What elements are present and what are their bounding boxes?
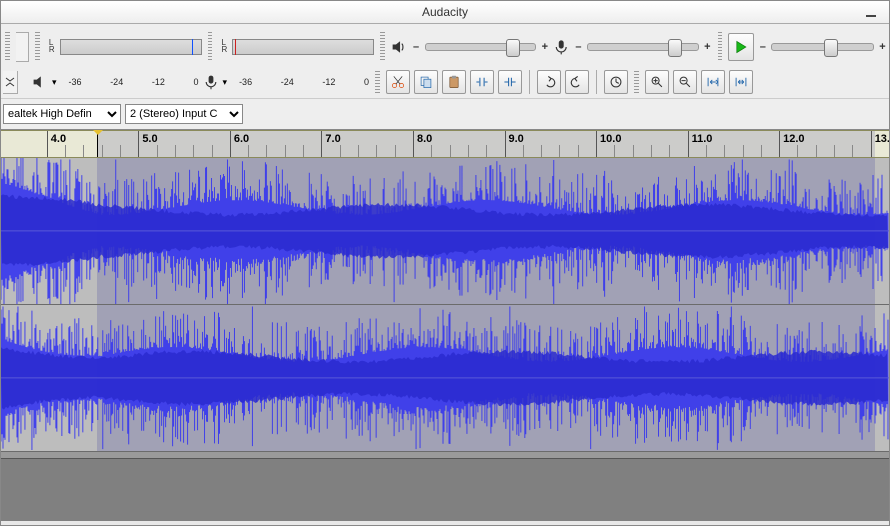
tracks-area <box>1 158 889 521</box>
slider-thumb[interactable] <box>506 39 520 57</box>
fit-project-button[interactable] <box>729 70 753 94</box>
zoom-out-button[interactable] <box>673 70 697 94</box>
empty-area[interactable] <box>1 458 889 521</box>
undo-button[interactable] <box>537 70 561 94</box>
speed-max-label: + <box>878 41 887 53</box>
grip[interactable] <box>380 32 385 62</box>
ruler-ticks: 4.05.06.07.08.09.010.011.012.013.0 <box>1 131 889 157</box>
redo-button[interactable] <box>565 70 589 94</box>
microphone-icon[interactable] <box>203 74 219 90</box>
grip[interactable] <box>375 71 380 93</box>
meter-peak-line <box>192 39 193 55</box>
speaker-icon <box>391 38 407 56</box>
speed-min-label: – <box>758 41 767 53</box>
vol-max-label: + <box>540 41 549 53</box>
slider-thumb[interactable] <box>824 39 838 57</box>
play-button[interactable] <box>728 33 754 61</box>
minimize-button[interactable] <box>859 1 883 21</box>
record-meter[interactable]: L R <box>232 39 374 55</box>
record-meter-scale: -36-24-120 <box>239 77 369 87</box>
grip[interactable] <box>718 32 723 62</box>
dropdown-arrow-icon[interactable]: ▾ <box>52 77 57 88</box>
audio-track[interactable] <box>1 158 889 305</box>
grip[interactable] <box>5 32 10 62</box>
app-window: Audacity L R <box>0 0 890 526</box>
app-title: Audacity <box>422 5 468 19</box>
speaker-icon[interactable] <box>32 74 48 90</box>
mic-min-label: – <box>574 41 583 53</box>
meter-peak-line <box>235 39 236 55</box>
fit-selection-button[interactable] <box>701 70 725 94</box>
playback-speed-slider[interactable] <box>771 43 874 51</box>
grip[interactable] <box>35 32 40 62</box>
playback-meter-scale: -36-24-120 <box>69 77 199 87</box>
waveform <box>1 305 889 451</box>
playhead[interactable] <box>97 131 98 157</box>
input-device-select[interactable]: ealtek High Defin <box>3 104 121 124</box>
cropped-tool-icon[interactable] <box>3 71 18 94</box>
cropped-panel-left <box>16 32 30 62</box>
meter-lr-labels: L R <box>221 39 227 53</box>
audio-track[interactable] <box>1 305 889 452</box>
mic-max-label: + <box>703 41 712 53</box>
grip[interactable] <box>634 71 639 93</box>
sync-lock-button[interactable] <box>604 70 628 94</box>
paste-button[interactable] <box>442 70 466 94</box>
dropdown-arrow-icon[interactable]: ▾ <box>223 77 228 88</box>
toolbars: L R L R – <box>1 24 889 130</box>
silence-button[interactable] <box>498 70 522 94</box>
separator <box>596 70 597 94</box>
titlebar[interactable]: Audacity <box>1 1 889 24</box>
timeline-ruler[interactable]: 4.05.06.07.08.09.010.011.012.013.0 <box>1 130 889 158</box>
copy-button[interactable] <box>414 70 438 94</box>
grip[interactable] <box>208 32 213 62</box>
playback-meter[interactable]: L R <box>60 39 202 55</box>
separator <box>529 70 530 94</box>
zoom-in-button[interactable] <box>645 70 669 94</box>
meter-lr-labels: L R <box>49 39 55 53</box>
waveform <box>1 158 889 304</box>
output-volume-slider[interactable] <box>425 43 537 51</box>
slider-thumb[interactable] <box>668 39 682 57</box>
cut-button[interactable] <box>386 70 410 94</box>
input-volume-slider[interactable] <box>587 43 699 51</box>
vol-min-label: – <box>412 41 421 53</box>
microphone-icon <box>553 38 569 56</box>
trim-button[interactable] <box>470 70 494 94</box>
input-channels-select[interactable]: 2 (Stereo) Input C <box>125 104 243 124</box>
